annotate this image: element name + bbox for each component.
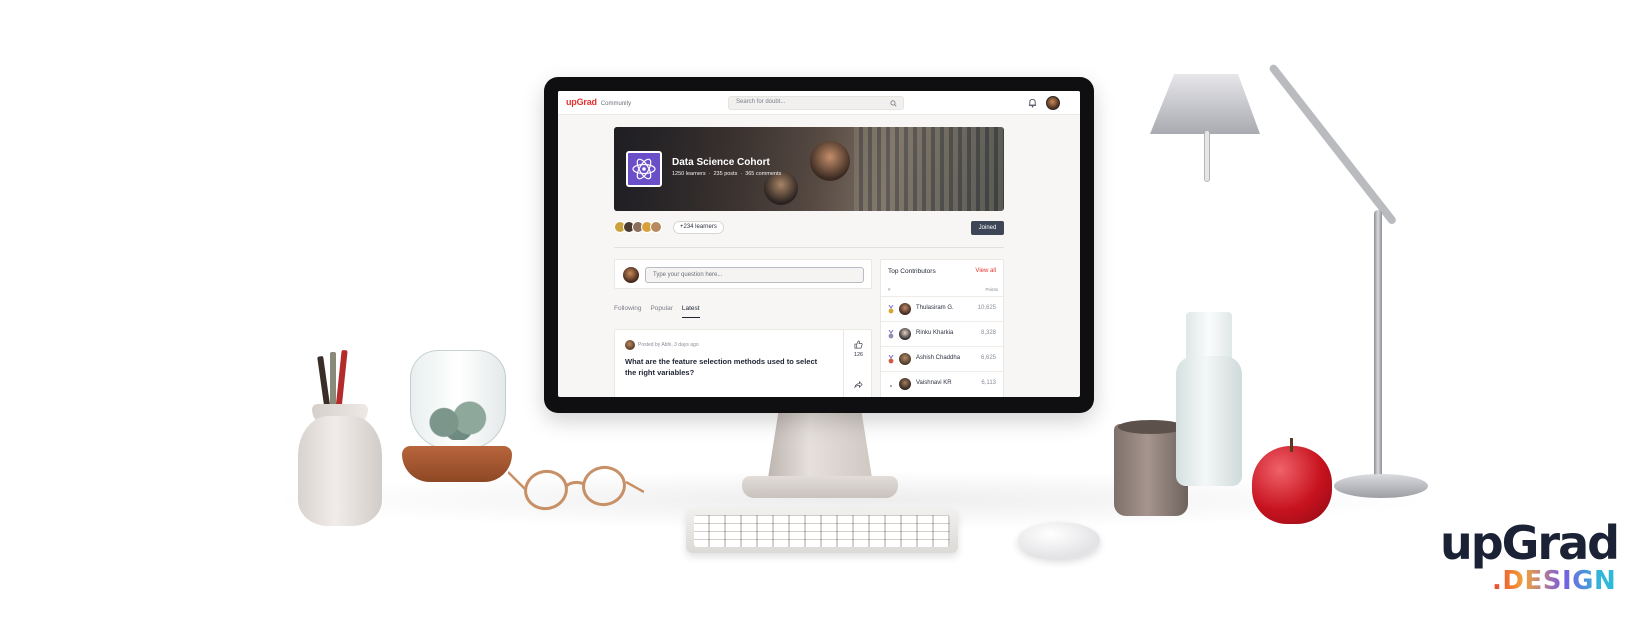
- silver-medal-icon: [888, 330, 894, 339]
- joined-button[interactable]: Joined: [971, 221, 1004, 235]
- table-header: # Points: [888, 287, 998, 292]
- comments-count: 365 comments: [745, 171, 782, 177]
- avatar: [899, 378, 911, 390]
- contributor-name: Thulasiram G.: [916, 305, 954, 311]
- contributor-points: 6,625: [980, 355, 996, 361]
- atom-icon: [632, 158, 656, 180]
- app-screen: upGrad Community Search for doubt... Dat…: [558, 91, 1080, 397]
- avatar: [623, 267, 639, 283]
- monitor: upGrad Community Search for doubt... Dat…: [544, 77, 1094, 413]
- contributor-row[interactable]: Rinku Kharkia 8,328: [881, 321, 1003, 346]
- pencil-vase: [298, 349, 382, 526]
- desk-scene: upGrad Community Search for doubt... Dat…: [0, 0, 1640, 624]
- contributor-points: 6,113: [981, 380, 996, 386]
- logo-subtitle: Community: [600, 101, 632, 107]
- post-meta-text: Posted by Abhi, 3 days ago: [638, 342, 699, 348]
- tab-latest[interactable]: Latest: [681, 305, 700, 318]
- top-bar: upGrad Community Search for doubt...: [558, 91, 1080, 115]
- stats-separator: ·: [708, 171, 711, 177]
- succulent-terrarium: [402, 350, 512, 488]
- contributor-name: Rinku Kharkia: [916, 330, 954, 336]
- cohort-title: Data Science Cohort: [672, 157, 770, 168]
- member-avatars[interactable]: [614, 221, 662, 233]
- learners-count: 1250 learners: [672, 171, 706, 177]
- monitor-base: [742, 476, 898, 498]
- rank-header: #: [888, 287, 891, 292]
- avatar: [899, 328, 911, 340]
- search-icon[interactable]: [890, 100, 897, 107]
- avatar: [899, 353, 911, 365]
- contributor-name: Ashish Chaddha: [916, 355, 961, 361]
- share-icon[interactable]: [854, 380, 863, 389]
- contributor-points: 8,328: [980, 330, 996, 336]
- post-card[interactable]: Posted by Abhi, 3 days ago What are the …: [614, 329, 872, 397]
- points-header: Points: [985, 287, 998, 292]
- posts-count: 235 posts: [713, 171, 738, 177]
- vote-column: 126: [843, 330, 873, 397]
- divider: [614, 247, 1004, 248]
- cohort-banner: Data Science Cohort 1250 learners · 235 …: [614, 127, 1004, 211]
- logo[interactable]: upGrad Community: [566, 97, 631, 107]
- contributor-row[interactable]: Ashish Chaddha 6,625: [881, 346, 1003, 371]
- post-meta: Posted by Abhi, 3 days ago: [625, 340, 699, 350]
- contributor-row[interactable]: Thulasiram G. 10,625: [881, 296, 1003, 321]
- ask-question-card: Type your question here...: [614, 259, 872, 289]
- question-input[interactable]: Type your question here...: [645, 267, 864, 283]
- post-title[interactable]: What are the feature selection methods u…: [625, 356, 830, 378]
- brand-logo: upGrad .DESIGN: [1440, 520, 1620, 602]
- bronze-medal-icon: [888, 355, 894, 364]
- brand-logo-main: upGrad: [1440, 516, 1620, 570]
- contributor-name: Vaishnavi KR: [916, 380, 952, 386]
- view-all-link[interactable]: View all: [975, 268, 996, 274]
- monitor-stand: [768, 412, 872, 478]
- gold-medal-icon: [888, 305, 894, 314]
- desk-lamp: [1150, 62, 1428, 512]
- tab-following[interactable]: Following: [614, 305, 641, 318]
- search-placeholder: Search for doubt...: [736, 99, 786, 105]
- learners-count-pill[interactable]: +234 learners: [673, 221, 724, 234]
- feed-tabs: Following Popular Latest: [614, 305, 700, 318]
- eyeglasses: [508, 462, 644, 515]
- search-input[interactable]: Search for doubt...: [728, 96, 904, 110]
- panel-title: Top Contributors: [888, 268, 936, 275]
- brand-logo-sub: .DESIGN: [1492, 566, 1620, 596]
- avatar: [899, 303, 911, 315]
- like-count: 126: [853, 352, 864, 358]
- bell-icon[interactable]: [1028, 98, 1037, 108]
- user-avatar[interactable]: [1046, 96, 1060, 110]
- stats-separator: ·: [740, 171, 743, 177]
- mouse: [1018, 522, 1100, 558]
- member-avatar: [650, 221, 662, 233]
- rank-marker-icon: [890, 385, 892, 387]
- cohort-stats: 1250 learners · 235 posts · 365 comments: [672, 171, 781, 177]
- cohort-icon: [626, 151, 662, 187]
- keyboard: [686, 509, 958, 553]
- like-icon[interactable]: [854, 340, 863, 349]
- top-contributors-panel: Top Contributors View all # Points Thula…: [880, 259, 1004, 397]
- avatar: [625, 340, 635, 350]
- banner-person: [810, 141, 850, 181]
- contributor-points: 10,625: [977, 305, 996, 311]
- tab-popular[interactable]: Popular: [650, 305, 672, 318]
- logo-text: upGrad: [566, 97, 597, 107]
- contributor-row[interactable]: Vaishnavi KR 6,113: [881, 371, 1003, 396]
